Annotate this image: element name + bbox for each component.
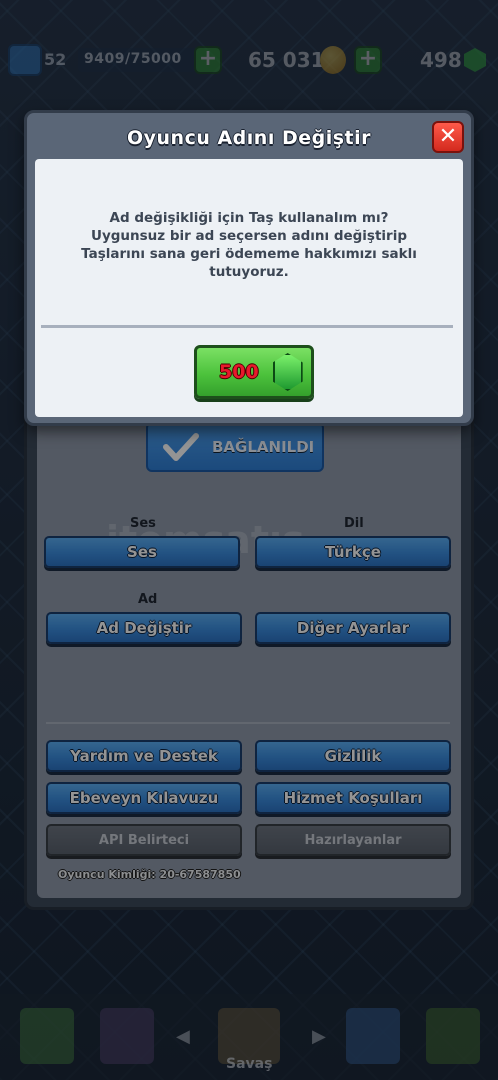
dialog-message: Ad değişikliği için Taş kullanalım mı? U… xyxy=(55,209,443,281)
change-name-dialog: Oyuncu Adını Değiştir ✕ Ad değişikliği i… xyxy=(24,110,474,426)
dialog-body: Ad değişikliği için Taş kullanalım mı? U… xyxy=(35,159,463,417)
dialog-title: Oyuncu Adını Değiştir xyxy=(126,127,371,149)
dialog-message-line: Ad değişikliği için Taş kullanalım mı? xyxy=(109,210,389,226)
close-icon: ✕ xyxy=(438,124,458,149)
confirm-gem-button[interactable]: 500 xyxy=(194,345,314,399)
gem-cost: 500 xyxy=(219,361,259,383)
dialog-message-line: Taşlarını sana geri ödememe hakkımızı sa… xyxy=(81,246,417,262)
dialog-message-line: Uygunsuz bir ad seçersen adını değiştiri… xyxy=(91,228,407,244)
dialog-divider xyxy=(41,325,453,328)
gem-icon xyxy=(272,353,303,391)
dialog-message-line: tutuyoruz. xyxy=(209,264,289,280)
close-button[interactable]: ✕ xyxy=(432,121,464,153)
